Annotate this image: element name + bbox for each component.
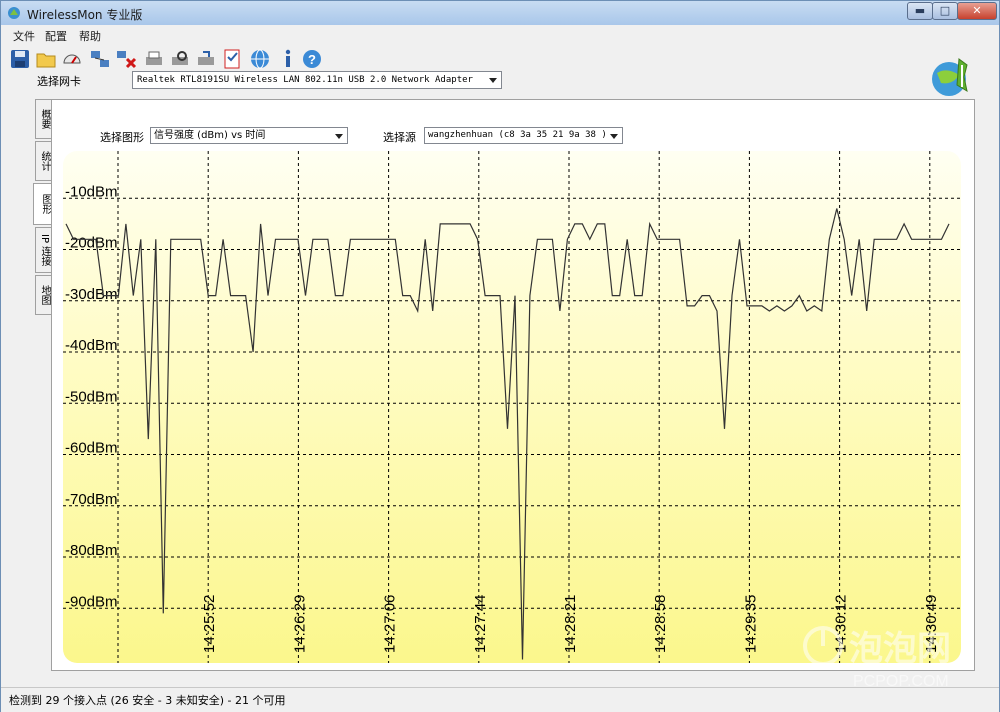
y-tick-label: -60dBm <box>65 440 118 457</box>
app-logo-globe-icon <box>932 58 968 96</box>
signal-chart: -10dBm -20dBm -30dBm -40dBm -50dBm -60dBm -70d… <box>63 151 961 663</box>
side-tabs: 概要 统计 图形 IP 连接 地图 <box>33 99 52 319</box>
title-bar: WirelessMon 专业版 ▬ □ ✕ <box>1 1 999 25</box>
y-tick-label: -50dBm <box>65 388 118 405</box>
x-tick-label: 14:27:06 <box>382 595 399 653</box>
watermark-logo: 泡泡网 PCPOP.COM <box>803 626 951 690</box>
tab-ip-connections[interactable]: IP 连接 <box>35 227 51 273</box>
printer-icon[interactable] <box>143 48 165 70</box>
globe-icon[interactable] <box>249 48 271 70</box>
tab-graph[interactable]: 图形 <box>33 183 52 225</box>
status-bar: 检测到 29 个接入点 (26 安全 - 3 未知安全) - 21 个可用 <box>1 687 999 712</box>
svg-text:?: ? <box>308 52 316 67</box>
nic-dropdown[interactable]: Realtek RTL8191SU Wireless LAN 802.11n U… <box>132 71 502 89</box>
x-tick-label: 14:29:35 <box>742 595 759 653</box>
nic-label: 选择网卡 <box>37 75 81 88</box>
chevron-down-icon[interactable] <box>485 72 501 88</box>
graph-type-dropdown[interactable]: 信号强度 (dBm) vs 时间 <box>150 127 348 144</box>
info-icon[interactable] <box>277 48 299 70</box>
toolbar: ? <box>1 44 999 74</box>
save-icon[interactable] <box>9 48 31 70</box>
help-icon[interactable]: ? <box>301 48 323 70</box>
x-tick-label: 14:28:21 <box>562 595 579 653</box>
checklist-icon[interactable] <box>221 48 243 70</box>
network-computers-icon[interactable] <box>89 48 111 70</box>
x-tick-label: 14:27:44 <box>472 595 489 653</box>
signal-strength-line <box>65 208 950 660</box>
source-value: wangzhenhuan (c8 3a 35 21 9a 38 ) <box>428 130 607 140</box>
x-tick-label: 14:26:29 <box>291 595 308 653</box>
chevron-down-icon[interactable] <box>331 128 347 144</box>
y-tick-label: -40dBm <box>65 337 118 354</box>
app-icon <box>8 7 20 19</box>
y-tick-label: -80dBm <box>65 542 118 559</box>
menu-file[interactable]: 文件 <box>13 28 35 44</box>
minimize-button[interactable]: ▬ <box>907 2 933 20</box>
print-preview-icon[interactable] <box>169 48 191 70</box>
maximize-button[interactable]: □ <box>932 2 958 20</box>
tab-overview[interactable]: 概要 <box>35 99 51 139</box>
x-tick-label: 14:25:52 <box>201 595 218 653</box>
nic-dropdown-value: Realtek RTL8191SU Wireless LAN 802.11n U… <box>137 75 473 85</box>
open-folder-icon[interactable] <box>35 48 57 70</box>
menu-help[interactable]: 帮助 <box>79 28 101 44</box>
tab-statistics[interactable]: 统计 <box>35 141 51 181</box>
tab-map[interactable]: 地图 <box>35 275 51 315</box>
source-dropdown[interactable]: wangzhenhuan (c8 3a 35 21 9a 38 ) <box>424 127 623 144</box>
watermark-text: 泡泡网 <box>849 630 951 668</box>
print-setup-icon[interactable] <box>195 48 217 70</box>
menu-bar: 文件 配置 帮助 <box>1 26 999 43</box>
x-tick-label: 14:28:58 <box>652 595 669 653</box>
speedometer-icon[interactable] <box>61 48 83 70</box>
graph-type-label: 选择图形 <box>100 131 144 144</box>
window-title: WirelessMon 专业版 <box>27 8 143 22</box>
chevron-down-icon[interactable] <box>606 128 622 144</box>
menu-config[interactable]: 配置 <box>45 28 67 44</box>
status-text: 检测到 29 个接入点 (26 安全 - 3 未知安全) - 21 个可用 <box>9 694 286 707</box>
y-tick-label: -10dBm <box>65 183 118 200</box>
source-label: 选择源 <box>383 131 416 144</box>
disconnect-icon[interactable] <box>115 48 137 70</box>
graph-type-value: 信号强度 (dBm) vs 时间 <box>154 130 266 141</box>
y-tick-label: -30dBm <box>65 286 118 303</box>
app-window: WirelessMon 专业版 ▬ □ ✕ 文件 配置 帮助 ? 选择网卡 Re… <box>0 0 1000 712</box>
y-tick-label: -90dBm <box>65 593 118 610</box>
close-button[interactable]: ✕ <box>957 2 997 20</box>
y-tick-label: -70dBm <box>65 491 118 508</box>
signal-chart-svg: -10dBm-20dBm-30dBm-40dBm-50dBm-60dBm-70d… <box>63 151 961 663</box>
